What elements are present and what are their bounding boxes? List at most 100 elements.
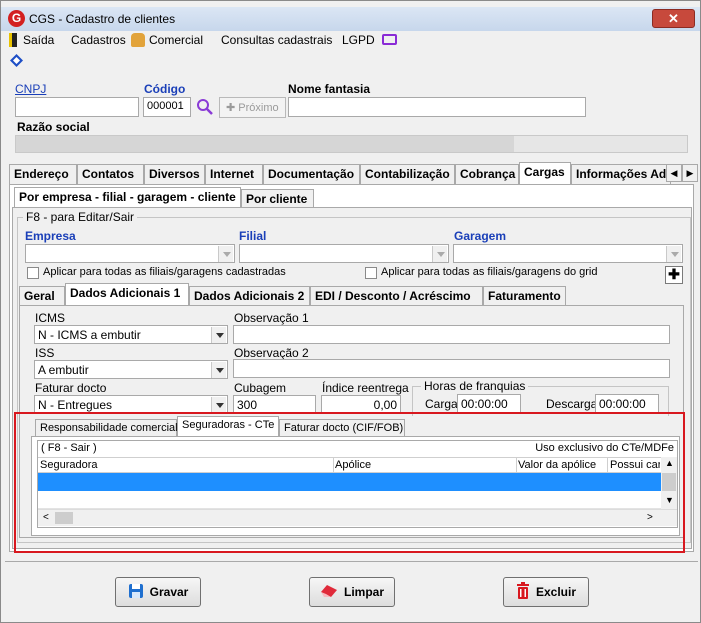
diamond-icon[interactable]: [10, 54, 23, 67]
seguradoras-grid: ( F8 - Sair ) Uso exclusivo do CTe/MDFe …: [37, 440, 678, 528]
tab-geral[interactable]: Geral: [19, 286, 65, 306]
grid-f8-hint: ( F8 - Sair ): [41, 442, 97, 454]
tab-faturar-docto-cif-fob[interactable]: Faturar docto (CIF/FOB): [279, 419, 405, 437]
menu-consultas-cadastrais[interactable]: Consultas cadastrais: [221, 33, 332, 47]
grid-vertical-scrollbar[interactable]: ▲ ▼: [661, 457, 677, 509]
menu-comercial[interactable]: Comercial: [131, 33, 203, 47]
chevron-down-icon: [666, 246, 681, 262]
table-row[interactable]: [38, 491, 661, 509]
horas-franquias-label: Horas de franquias: [421, 379, 529, 393]
cnpj-label[interactable]: CNPJ: [15, 82, 46, 96]
tab-seguradoras-cte[interactable]: Seguradoras - CTe: [177, 416, 279, 437]
tab-internet[interactable]: Internet: [205, 164, 263, 184]
tab-dados-adicionais-2[interactable]: Dados Adicionais 2: [189, 286, 310, 306]
menu-saida[interactable]: Saída: [9, 33, 54, 47]
chevron-down-icon: [211, 327, 226, 343]
column-seguradora[interactable]: Seguradora: [40, 459, 98, 471]
icms-combo[interactable]: N - ICMS a embutir: [34, 325, 228, 344]
cnpj-field[interactable]: [15, 97, 139, 117]
tab-scroll-right-button[interactable]: ▶: [682, 164, 698, 182]
aplicar-grid-label: Aplicar para todas as filiais/garagens d…: [381, 266, 598, 278]
monitor-icon: [382, 34, 398, 45]
grid-exclusive-note: Uso exclusivo do CTe/MDFe: [535, 442, 674, 454]
aplicar-filiais-label: Aplicar para todas as filiais/garagens c…: [43, 266, 286, 278]
menu-lgpd[interactable]: LGPD: [342, 33, 398, 47]
chevron-down-icon: [218, 246, 233, 262]
codigo-field[interactable]: 000001: [143, 97, 191, 117]
tab-contabilizacao[interactable]: Contabilização: [360, 164, 455, 184]
carga-label: Carga: [425, 397, 458, 411]
chevron-down-icon: [211, 362, 226, 378]
grid-header: Seguradora Apólice Valor da apólice Poss…: [38, 457, 677, 473]
nome-fantasia-label: Nome fantasia: [288, 82, 371, 96]
footer-divider: [5, 561, 698, 562]
faturar-docto-label: Faturar docto: [35, 381, 107, 395]
filial-label: Filial: [239, 229, 267, 243]
tab-informacoes-adicionais[interactable]: Informações Adi: [571, 164, 671, 184]
obs1-label: Observação 1: [234, 311, 309, 325]
tab-cargas[interactable]: Cargas: [519, 162, 571, 185]
grid-horizontal-scrollbar[interactable]: < >: [38, 509, 677, 526]
people-icon: [131, 33, 145, 47]
indice-reentrega-label: Índice reentrega: [322, 381, 409, 395]
trash-icon: [516, 582, 530, 602]
column-apolice[interactable]: Apólice: [335, 459, 371, 471]
tab-contatos[interactable]: Contatos: [77, 164, 144, 184]
nome-fantasia-field[interactable]: [288, 97, 586, 117]
chevron-down-icon: [432, 246, 447, 262]
tab-diversos[interactable]: Diversos: [144, 164, 205, 184]
chevron-down-icon: [211, 397, 226, 413]
cadastro-clientes-window: G CGS - Cadastro de clientes ✕ Saída Cad…: [0, 0, 701, 623]
search-icon[interactable]: [196, 98, 214, 116]
obs2-label: Observação 2: [234, 346, 309, 360]
subtab-por-cliente[interactable]: Por cliente: [241, 189, 314, 208]
limpar-button[interactable]: Limpar: [309, 577, 395, 607]
column-valor-apolice[interactable]: Valor da apólice: [518, 459, 596, 471]
tab-edi-desconto[interactable]: EDI / Desconto / Acréscimo: [310, 286, 483, 306]
obs1-field[interactable]: [233, 325, 670, 344]
filial-combo[interactable]: [239, 244, 449, 263]
cubagem-label: Cubagem: [234, 381, 287, 395]
tab-responsabilidade-comercial[interactable]: Responsabilidade comercial: [35, 419, 178, 437]
edit-group-title: F8 - para Editar/Sair: [23, 210, 138, 224]
razao-social-field[interactable]: [15, 135, 688, 153]
tab-faturamento[interactable]: Faturamento: [483, 286, 566, 306]
eraser-icon: [320, 584, 338, 601]
iss-combo[interactable]: A embutir: [34, 360, 228, 379]
table-row-selected[interactable]: [38, 473, 661, 491]
excluir-button[interactable]: Excluir: [503, 577, 589, 607]
floppy-disk-icon: [128, 583, 144, 602]
subtab-por-empresa[interactable]: Por empresa - filial - garagem - cliente: [14, 187, 241, 208]
main-tabs: Endereço Contatos Diversos Internet Docu…: [9, 162, 699, 185]
iss-label: ISS: [35, 346, 55, 360]
empresa-label: Empresa: [25, 229, 76, 243]
obs2-field[interactable]: [233, 359, 670, 378]
tab-scroll-left-button[interactable]: ◀: [666, 164, 682, 182]
window-title: CGS - Cadastro de clientes: [29, 12, 176, 26]
app-logo-icon: G: [8, 10, 25, 27]
tab-cobranca[interactable]: Cobrança: [455, 164, 519, 184]
icms-label: ICMS: [35, 311, 65, 325]
plus-icon: ✚: [226, 102, 239, 114]
descarga-field[interactable]: 00:00:00: [595, 394, 659, 413]
gravar-button[interactable]: Gravar: [115, 577, 201, 607]
aplicar-filiais-checkbox[interactable]: [27, 267, 39, 279]
close-button[interactable]: ✕: [652, 9, 695, 28]
garagem-combo[interactable]: [453, 244, 683, 263]
descarga-label: Descarga: [546, 397, 598, 411]
carga-field[interactable]: 00:00:00: [457, 394, 521, 413]
title-bar: G CGS - Cadastro de clientes ✕: [1, 7, 700, 31]
codigo-label: Código: [144, 82, 186, 96]
add-icon[interactable]: ✚: [665, 266, 683, 284]
garagem-label: Garagem: [454, 229, 507, 243]
tab-endereco[interactable]: Endereço: [9, 164, 77, 184]
column-possui-carta[interactable]: Possui car: [610, 459, 660, 471]
tab-documentacao[interactable]: Documentação: [263, 164, 360, 184]
tab-dados-adicionais-1[interactable]: Dados Adicionais 1: [65, 283, 189, 306]
menu-cadastros[interactable]: Cadastros: [71, 33, 126, 47]
empresa-combo[interactable]: [25, 244, 235, 263]
aplicar-grid-checkbox[interactable]: [365, 267, 377, 279]
proximo-button[interactable]: ✚ Próximo: [219, 97, 286, 118]
exit-door-icon: [9, 33, 17, 47]
razao-social-label: Razão social: [17, 120, 90, 134]
